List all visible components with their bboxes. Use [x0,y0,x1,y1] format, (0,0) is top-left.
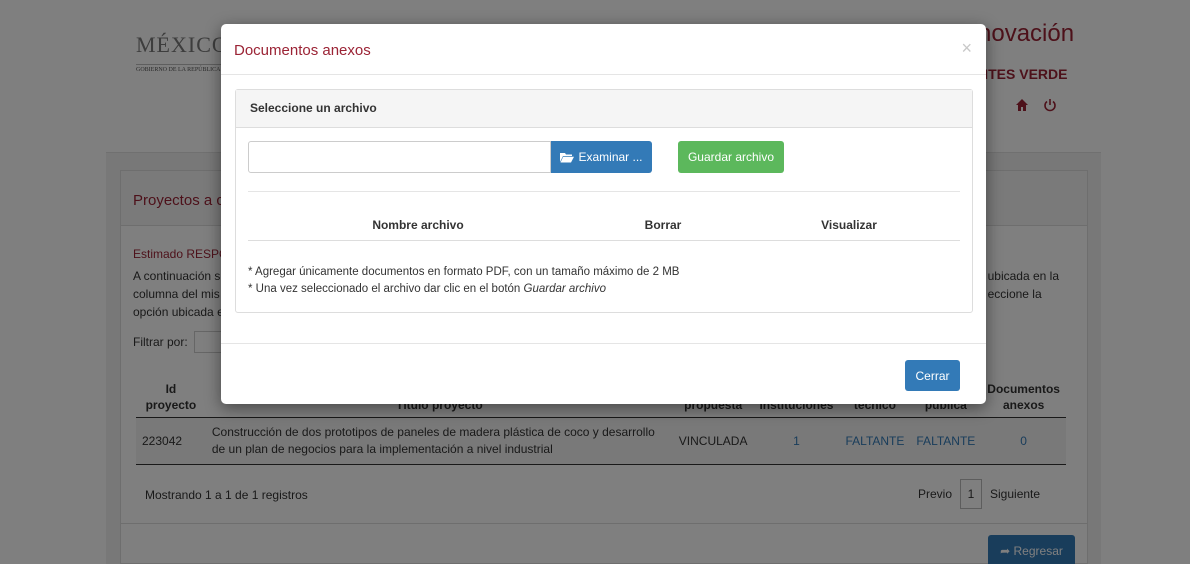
upload-panel: Seleccione un archivo Examinar ... Guard… [235,89,973,313]
modal-title: Documentos anexos [234,42,371,59]
note-save: * Una vez seleccionado el archivo dar cl… [248,281,679,298]
modal-header: Documentos anexos × [221,24,986,75]
folder-open-icon [560,152,575,162]
divider [248,191,960,192]
note-format: * Agregar únicamente documentos en forma… [248,266,680,278]
save-file-button[interactable]: Guardar archivo [678,141,784,173]
close-button[interactable]: Cerrar [905,360,960,391]
note-save-emphasis: Guardar archivo [523,283,606,295]
close-icon[interactable]: × [961,38,972,59]
file-path-input[interactable] [248,141,551,173]
col-view: Visualizar [738,218,960,241]
upload-notes: * Agregar únicamente documentos en forma… [248,264,679,298]
documents-modal: Documentos anexos × Seleccione un archiv… [221,24,986,404]
note-save-text: * Una vez seleccionado el archivo dar cl… [248,283,524,295]
upload-panel-title: Seleccione un archivo [236,90,972,128]
col-file-name: Nombre archivo [248,218,588,241]
browse-button[interactable]: Examinar ... [551,141,652,173]
col-delete: Borrar [588,218,738,241]
modal-footer: Cerrar [221,343,986,404]
browse-button-label: Examinar ... [578,150,643,164]
file-picker: Examinar ... [248,141,652,173]
files-table: Nombre archivo Borrar Visualizar [248,218,960,241]
